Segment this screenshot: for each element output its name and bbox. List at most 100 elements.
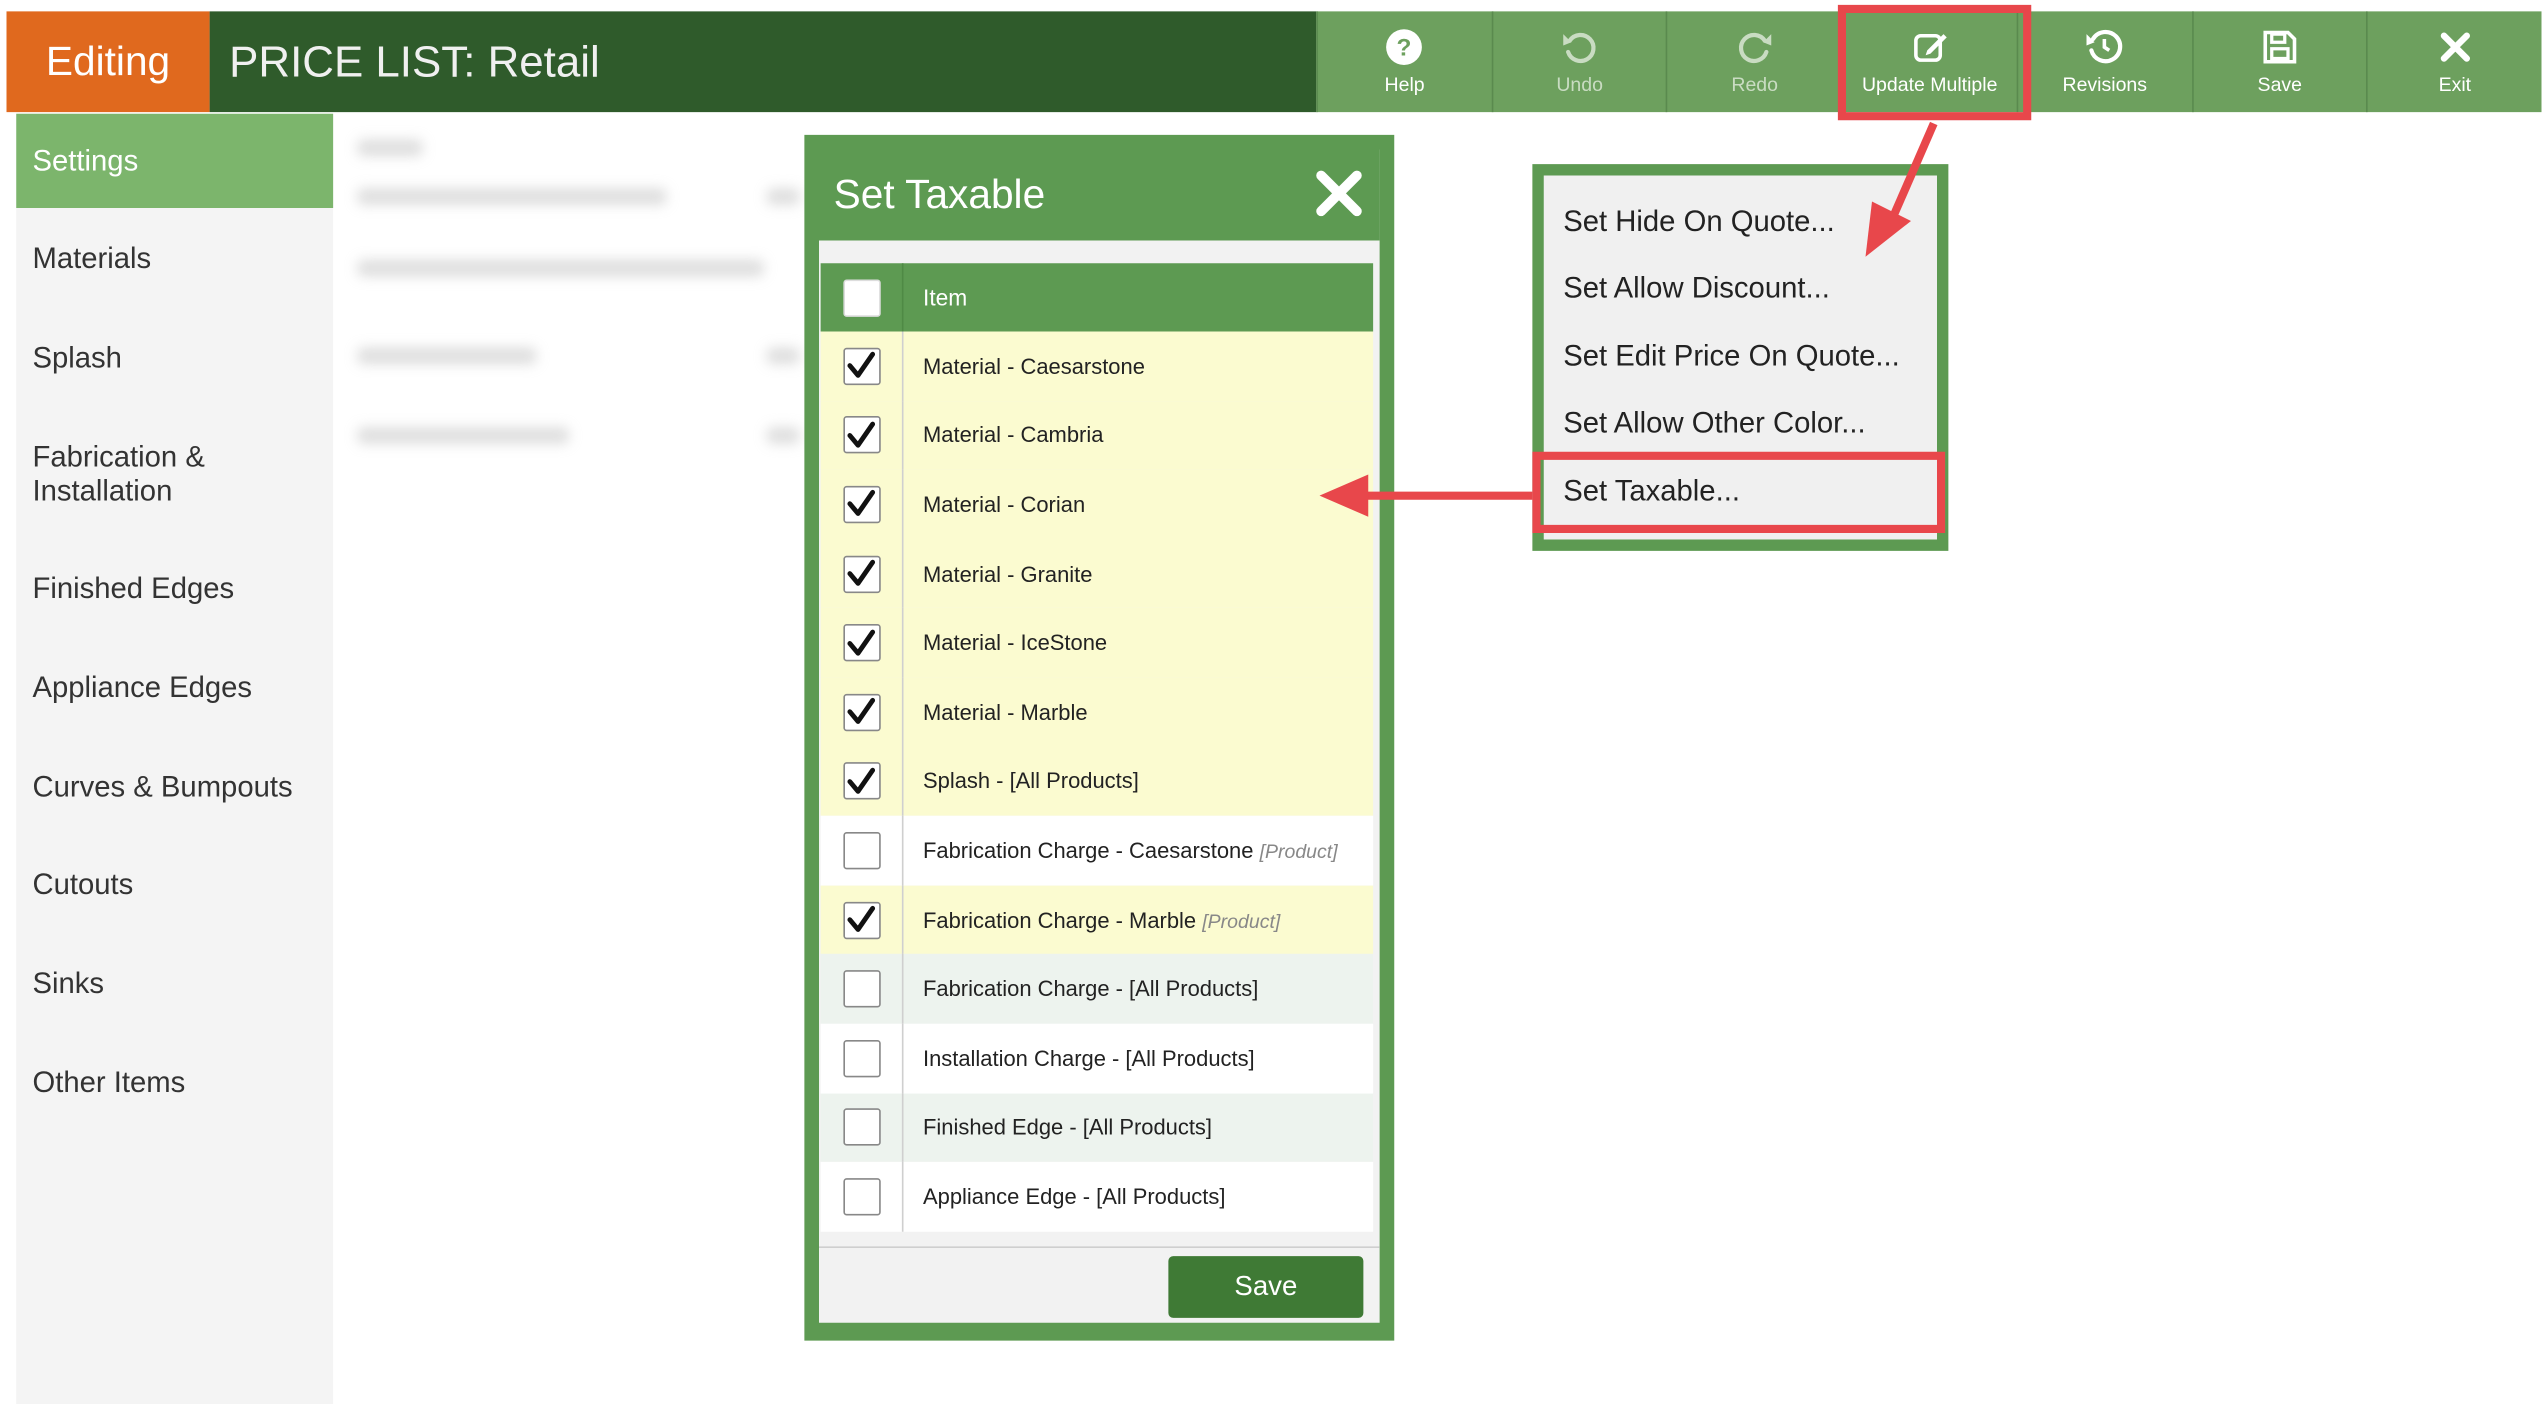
redo-icon: [1738, 32, 1771, 64]
dialog-footer: Save: [819, 1246, 1380, 1322]
row-checkbox[interactable]: [842, 347, 880, 385]
row-label: Fabrication Charge - [All Products]: [904, 976, 1259, 1002]
row-checkbox[interactable]: [842, 1108, 880, 1147]
table-row[interactable]: Installation Charge - [All Products]: [820, 1023, 1374, 1093]
row-label: Fabrication Charge - Caesarstone [Produc…: [904, 838, 1338, 862]
row-checkbox[interactable]: [842, 762, 880, 801]
checkmark-icon: [847, 767, 876, 794]
close-icon: [2440, 32, 2470, 62]
table-row[interactable]: Material - Marble: [820, 677, 1374, 747]
set-taxable-highlight: [1532, 451, 1946, 533]
row-checkbox[interactable]: [842, 693, 880, 731]
row-checkbox[interactable]: [842, 831, 880, 870]
row-item-name: Material - Caesarstone: [923, 353, 1145, 379]
row-item-name: Splash - [All Products]: [923, 769, 1139, 794]
sidebar-item-sinks[interactable]: Sinks: [16, 939, 333, 1027]
table-row[interactable]: Fabrication Charge - Marble [Product]: [820, 885, 1374, 955]
row-checkbox[interactable]: [842, 901, 880, 939]
row-item-tag: [Product]: [1259, 840, 1338, 863]
table-row[interactable]: Appliance Edge - [All Products]: [820, 1162, 1374, 1232]
row-label: Finished Edge - [All Products]: [904, 1115, 1212, 1139]
history-icon: [2086, 29, 2123, 64]
undo-button[interactable]: Undo: [1491, 11, 1666, 113]
row-checkbox[interactable]: [842, 485, 880, 524]
sidebar-item-curves-bumpouts[interactable]: Curves & Bumpouts: [16, 743, 333, 831]
table-row[interactable]: Material - Cambria: [820, 400, 1374, 470]
checkmark-icon: [847, 559, 876, 586]
blurred-settings-content: [345, 127, 816, 485]
row-label: Installation Charge - [All Products]: [904, 1046, 1255, 1070]
dialog-title: Set Taxable: [833, 171, 1046, 217]
dialog-title-bar: Set Taxable: [819, 149, 1380, 241]
row-checkbox[interactable]: [842, 1039, 880, 1077]
menu-item-set-hide-on-quote[interactable]: Set Hide On Quote...: [1563, 205, 1835, 239]
undo-icon: [1563, 32, 1596, 64]
row-checkbox[interactable]: [842, 970, 880, 1008]
table-row[interactable]: Material - Caesarstone: [820, 331, 1374, 401]
help-label: Help: [1384, 73, 1425, 96]
table-row[interactable]: Material - Corian: [820, 469, 1374, 540]
row-label: Material - Caesarstone: [904, 354, 1145, 378]
redo-button[interactable]: Redo: [1666, 11, 1841, 113]
revisions-label: Revisions: [2062, 73, 2148, 96]
row-checkbox[interactable]: [842, 624, 880, 662]
row-item-name: Material - IceStone: [923, 630, 1108, 656]
table-row[interactable]: Fabrication Charge - [All Products]: [820, 954, 1374, 1024]
save-toolbar-button[interactable]: Save: [2191, 11, 2366, 113]
menu-item-set-edit-price-on-quote[interactable]: Set Edit Price On Quote...: [1563, 340, 1900, 374]
table-row[interactable]: Material - IceStone: [820, 608, 1374, 678]
close-icon[interactable]: [1311, 166, 1366, 221]
revisions-button[interactable]: Revisions: [2016, 11, 2191, 113]
sidebar-item-settings[interactable]: Settings: [16, 113, 334, 208]
update-multiple-highlight: [1837, 4, 2032, 121]
item-column-header: Item: [923, 284, 968, 311]
sidebar-item-finished-edges[interactable]: Finished Edges: [16, 544, 333, 632]
undo-label: Undo: [1556, 73, 1603, 96]
exit-label: Exit: [2438, 73, 2472, 96]
sidebar-item-other-items[interactable]: Other Items: [16, 1038, 333, 1126]
row-label: Appliance Edge - [All Products]: [904, 1184, 1226, 1209]
row-checkbox[interactable]: [842, 416, 880, 455]
row-item-name: Material - Granite: [923, 561, 1093, 586]
row-item-name: Finished Edge - [All Products]: [923, 1115, 1212, 1140]
row-label: Material - Granite: [904, 561, 1093, 586]
sidebar-item-materials[interactable]: Materials: [16, 215, 333, 303]
floppy-disk-icon: [2263, 30, 2297, 64]
header-bar: Editing PRICE LIST: Retail ? Help Undo R…: [6, 11, 2542, 113]
svg-text:?: ?: [1397, 34, 1412, 61]
row-label: Fabrication Charge - Marble [Product]: [904, 908, 1280, 932]
table-row[interactable]: Fabrication Charge - Caesarstone [Produc…: [820, 816, 1374, 886]
row-item-name: Material - Corian: [923, 492, 1086, 517]
sidebar-item-appliance-edges[interactable]: Appliance Edges: [16, 644, 333, 732]
menu-item-set-allow-other-color[interactable]: Set Allow Other Color...: [1563, 406, 1865, 440]
row-checkbox[interactable]: [842, 1177, 880, 1216]
redo-label: Redo: [1731, 73, 1778, 96]
row-label: Splash - [All Products]: [904, 769, 1139, 793]
row-label: Material - Marble: [904, 700, 1088, 724]
table-row[interactable]: Finished Edge - [All Products]: [820, 1092, 1374, 1163]
help-circle-icon: ?: [1386, 29, 1423, 65]
row-item-name: Material - Cambria: [923, 423, 1104, 448]
sidebar-item-splash[interactable]: Splash: [16, 314, 333, 402]
save-button[interactable]: Save: [1168, 1256, 1364, 1318]
save-toolbar-label: Save: [2257, 73, 2303, 96]
sidebar-item-fabrication-installation[interactable]: Fabrication & Installation: [16, 431, 333, 519]
items-table: Item Material - Caesarstone Material - Ca…: [820, 263, 1374, 1232]
row-item-name: Appliance Edge - [All Products]: [923, 1184, 1226, 1209]
checkmark-icon: [847, 352, 876, 379]
help-button[interactable]: ? Help: [1316, 11, 1491, 113]
table-row[interactable]: Material - Granite: [820, 539, 1374, 609]
checkmark-icon: [847, 698, 876, 725]
set-taxable-dialog: Set Taxable Item Material - Caesarstone M…: [804, 134, 1395, 1341]
row-item-name: Fabrication Charge - Caesarstone: [923, 838, 1254, 863]
exit-button[interactable]: Exit: [2366, 11, 2542, 113]
checkmark-icon: [847, 421, 876, 448]
select-all-checkbox[interactable]: [842, 278, 880, 317]
row-label: Material - Cambria: [904, 423, 1104, 448]
checkmark-icon: [847, 906, 876, 933]
row-checkbox[interactable]: [842, 555, 880, 593]
row-item-name: Fabrication Charge - [All Products]: [923, 976, 1259, 1002]
menu-item-set-allow-discount[interactable]: Set Allow Discount...: [1563, 271, 1830, 305]
table-row[interactable]: Splash - [All Products]: [820, 746, 1374, 817]
sidebar-item-cutouts[interactable]: Cutouts: [16, 840, 333, 928]
